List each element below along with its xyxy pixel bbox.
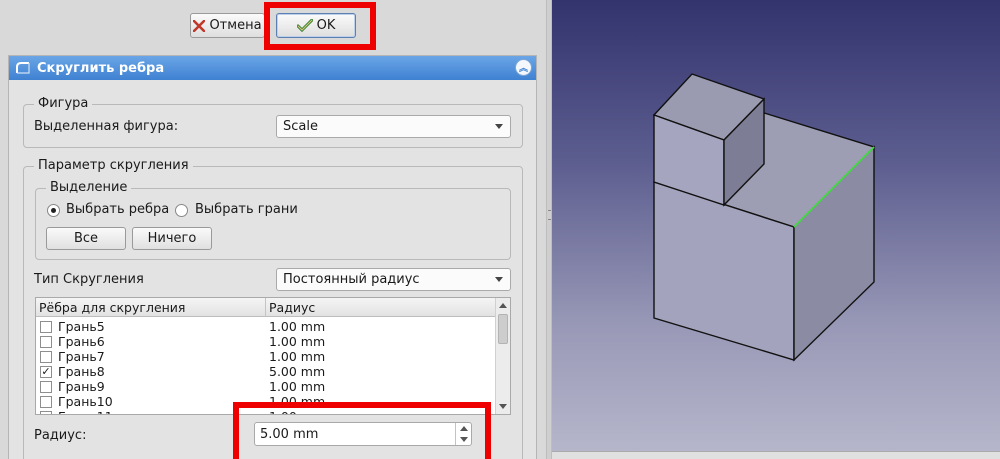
fillet-type-value: Постоянный радиус [283,272,420,287]
selected-shape-value: Scale [283,119,318,134]
radius-cell[interactable]: 5.00 mm [269,364,325,379]
panel-header: Скруглить ребра ︽ [9,56,536,80]
table-row[interactable]: ✓ Грань8 5.00 mm [36,364,496,380]
column-header-radius[interactable]: Радиус [269,300,315,315]
fillet-parameter-group-title: Параметр скругления [34,158,193,173]
select-edges-radio[interactable] [47,204,60,217]
radius-label: Радиус: [34,428,87,443]
selected-shape-combo[interactable]: Scale [276,115,511,138]
row-checkbox[interactable] [40,396,52,408]
select-faces-radio[interactable] [175,204,188,217]
edge-name-cell: Грань6 [58,334,105,349]
row-checkbox[interactable] [40,411,52,414]
select-none-label: Ничего [147,231,197,246]
column-header-edges[interactable]: Рёбра для скругления [39,300,185,315]
radius-cell[interactable]: 1.00 mm [269,334,325,349]
fillet-edges-panel: Скруглить ребра ︽ Фигура Выделенная фигу… [8,55,537,459]
selected-shape-label: Выделенная фигура: [34,119,179,134]
select-all-button[interactable]: Все [46,227,126,250]
figure-group-title: Фигура [34,96,93,111]
cancel-icon [193,19,206,32]
3d-view[interactable] [552,0,1000,459]
select-edges-label: Выбрать ребра [66,202,170,217]
fillet-type-label: Тип Скругления [34,272,144,287]
selection-group: Выделение Выбрать ребра Выбрать грани Вс… [35,180,511,260]
table-header: Рёбра для скругления Радиус [36,298,496,317]
edge-name-cell: Грань8 [58,364,105,379]
collapse-icon[interactable]: ︽ [515,59,532,76]
row-checkbox[interactable] [40,336,52,348]
edge-name-cell: Грань10 [58,394,113,409]
ok-highlight-frame [264,2,376,50]
chevron-down-icon [495,124,503,129]
radius-cell[interactable]: 1.00 mm [269,349,325,364]
task-panel-area: Отмена OK Скруглить ребра ︽ Фигура Выдел… [0,0,546,459]
row-checkbox[interactable] [40,381,52,393]
edge-name-cell: Грань9 [58,379,105,394]
edge-name-cell: Грань7 [58,349,105,364]
radius-cell[interactable]: 1.00 mm [269,319,325,334]
chevron-down-icon [495,277,503,282]
cancel-button[interactable]: Отмена [190,13,265,38]
select-all-label: Все [73,231,99,246]
fillet-icon [16,62,30,74]
row-checkbox[interactable] [40,351,52,363]
figure-group: Фигура Выделенная фигура: Scale [23,96,523,148]
fillet-type-combo[interactable]: Постоянный радиус [276,268,511,291]
radius-cell[interactable]: 1.00 mm [269,379,325,394]
table-row[interactable]: Грань7 1.00 mm [36,349,496,365]
table-row[interactable]: Грань9 1.00 mm [36,379,496,395]
select-none-button[interactable]: Ничего [132,227,212,250]
edges-table: Рёбра для скругления Радиус Грань5 1.00 m… [35,297,511,415]
panel-title: Скруглить ребра [37,60,165,76]
view-tab-bar [552,451,1000,459]
radius-highlight-frame [233,402,491,459]
scroll-thumb[interactable] [498,314,508,344]
table-scrollbar[interactable] [495,298,510,414]
row-checkbox[interactable] [40,321,52,333]
cancel-label: Отмена [209,18,262,33]
edge-name-cell: Грань5 [58,319,105,334]
3d-model [652,73,876,362]
table-row[interactable]: Грань6 1.00 mm [36,334,496,350]
scroll-up-icon[interactable] [499,303,507,308]
edge-name-cell: Грань11 [58,409,113,414]
row-checkbox[interactable]: ✓ [40,366,52,378]
selection-group-title: Выделение [46,180,132,195]
table-row[interactable]: Грань5 1.00 mm [36,319,496,335]
select-faces-label: Выбрать грани [195,202,298,217]
scroll-down-icon[interactable] [499,404,507,409]
column-separator [265,298,266,317]
